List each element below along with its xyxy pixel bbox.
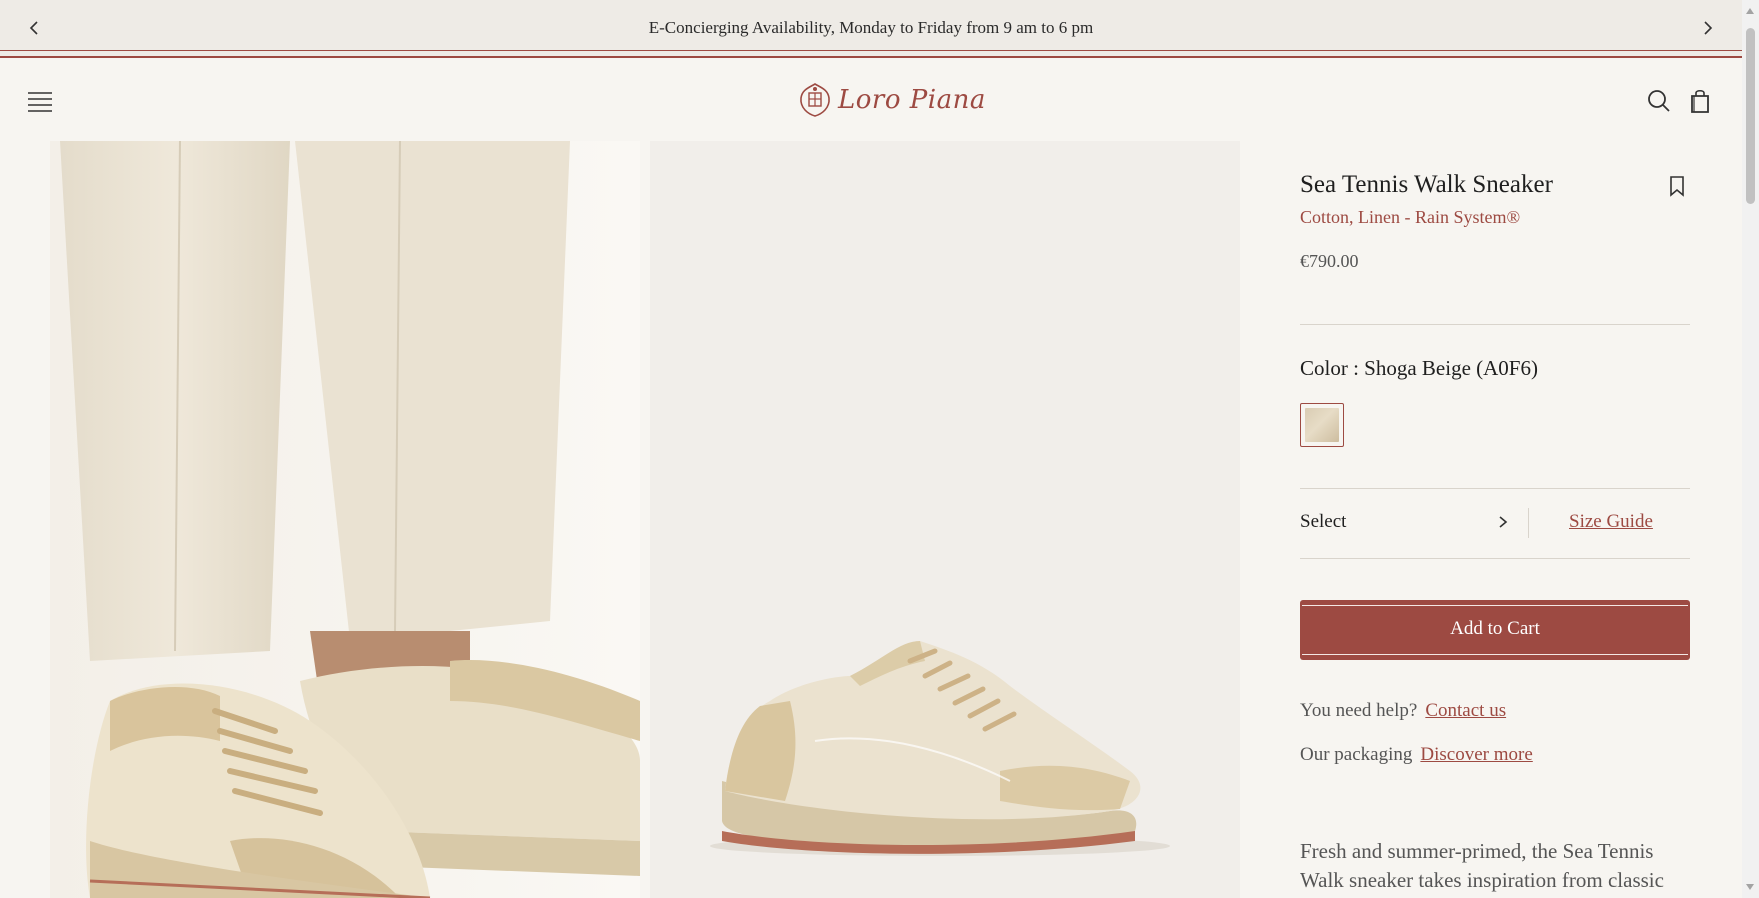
product-price: €790.00 <box>1300 251 1359 271</box>
announcement-text: E-Concierging Availability, Monday to Fr… <box>648 18 1094 37</box>
packaging-text: Our packaging <box>1300 744 1413 765</box>
help-text: You need help? <box>1300 700 1418 721</box>
page-scrollbar[interactable] <box>1742 0 1759 898</box>
add-to-cart-button[interactable]: Add to Cart <box>1300 600 1690 660</box>
shopping-bag-icon[interactable] <box>1688 88 1714 114</box>
divider <box>1300 324 1690 325</box>
chevron-right-icon[interactable] <box>1496 514 1510 530</box>
hamburger-menu-icon[interactable] <box>28 90 52 114</box>
discover-more-link[interactable]: Discover more <box>1420 744 1532 765</box>
brand-name: Loro Piana <box>838 85 986 115</box>
swatch-image <box>1305 408 1339 442</box>
contact-us-link[interactable]: Contact us <box>1425 700 1506 721</box>
add-to-cart-label: Add to Cart <box>1450 618 1540 639</box>
product-description: Fresh and summer-primed, the Sea Tennis … <box>1300 839 1664 892</box>
product-image-side[interactable] <box>650 141 1240 898</box>
chevron-right-icon[interactable] <box>1700 20 1716 36</box>
site-header: Loro Piana <box>0 58 1742 138</box>
size-select[interactable]: Select <box>1300 511 1346 533</box>
scroll-up-arrow-icon[interactable] <box>1746 8 1754 14</box>
size-selector-row: Select Size Guide <box>1300 488 1690 558</box>
brand-logo[interactable]: Loro Piana <box>798 80 986 120</box>
product-material: Cotton, Linen - Rain System® <box>1300 207 1521 227</box>
product-image-worn[interactable] <box>50 141 640 898</box>
packaging-line: Our packaging Discover more <box>1300 744 1533 766</box>
help-line: You need help? Contact us <box>1300 700 1506 722</box>
scroll-thumb[interactable] <box>1746 28 1755 204</box>
size-guide-link[interactable]: Size Guide <box>1569 511 1653 533</box>
crest-icon <box>800 83 830 117</box>
bookmark-icon[interactable] <box>1668 175 1686 197</box>
divider <box>1300 558 1690 559</box>
color-swatch-shoga-beige[interactable] <box>1300 403 1344 447</box>
search-icon[interactable] <box>1646 88 1672 114</box>
product-title: Sea Tennis Walk Sneaker <box>1300 171 1553 198</box>
divider <box>1528 508 1529 538</box>
announcement-bar: E-Concierging Availability, Monday to Fr… <box>0 0 1742 58</box>
scroll-down-arrow-icon[interactable] <box>1746 884 1754 890</box>
color-label: Color : Shoga Beige (A0F6) <box>1300 356 1538 380</box>
